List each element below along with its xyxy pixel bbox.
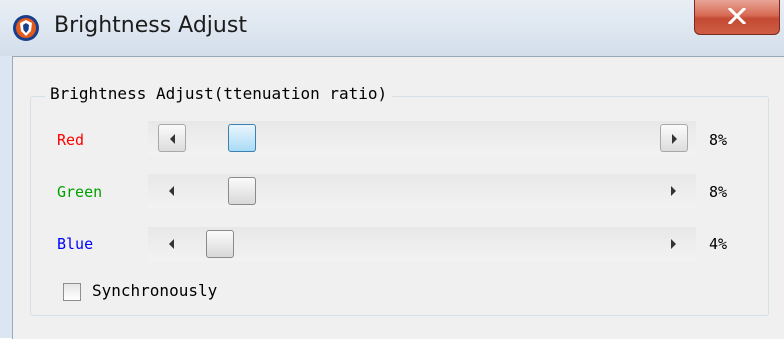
group-label: Brightness Adjust(ttenuation ratio) xyxy=(45,84,393,103)
synchronously-label[interactable]: Synchronously xyxy=(92,281,217,300)
green-left-button[interactable] xyxy=(158,177,186,205)
chevron-right-icon xyxy=(671,239,676,249)
chevron-right-icon xyxy=(671,186,676,196)
blue-label: Blue xyxy=(57,235,94,253)
blue-left-button[interactable] xyxy=(158,230,186,258)
green-right-button[interactable] xyxy=(660,177,688,205)
blue-right-button[interactable] xyxy=(660,230,688,258)
blue-slider-thumb[interactable] xyxy=(206,230,234,258)
chevron-left-icon xyxy=(170,134,175,144)
chevron-right-icon xyxy=(672,134,677,144)
green-slider-thumb[interactable] xyxy=(228,177,256,205)
red-slider[interactable] xyxy=(148,121,696,155)
green-slider[interactable] xyxy=(148,174,696,208)
red-slider-thumb[interactable] xyxy=(228,124,256,152)
green-value: 8% xyxy=(709,183,728,201)
chevron-left-icon xyxy=(169,239,174,249)
blue-slider[interactable] xyxy=(148,227,696,261)
green-label: Green xyxy=(57,183,103,201)
red-value: 8% xyxy=(709,131,728,149)
shield-app-icon xyxy=(12,14,40,42)
red-right-button[interactable] xyxy=(660,124,688,152)
title-bar[interactable]: Brightness Adjust xyxy=(0,0,784,56)
synchronously-checkbox[interactable] xyxy=(63,283,81,301)
brightness-adjust-window: Brightness Adjust Brightness Adjust(tten… xyxy=(0,0,784,339)
close-icon xyxy=(728,8,746,24)
window-title: Brightness Adjust xyxy=(54,13,247,38)
blue-value: 4% xyxy=(709,235,728,253)
red-label: Red xyxy=(57,131,85,149)
close-button[interactable] xyxy=(694,0,780,35)
chevron-left-icon xyxy=(169,186,174,196)
red-left-button[interactable] xyxy=(158,124,186,152)
